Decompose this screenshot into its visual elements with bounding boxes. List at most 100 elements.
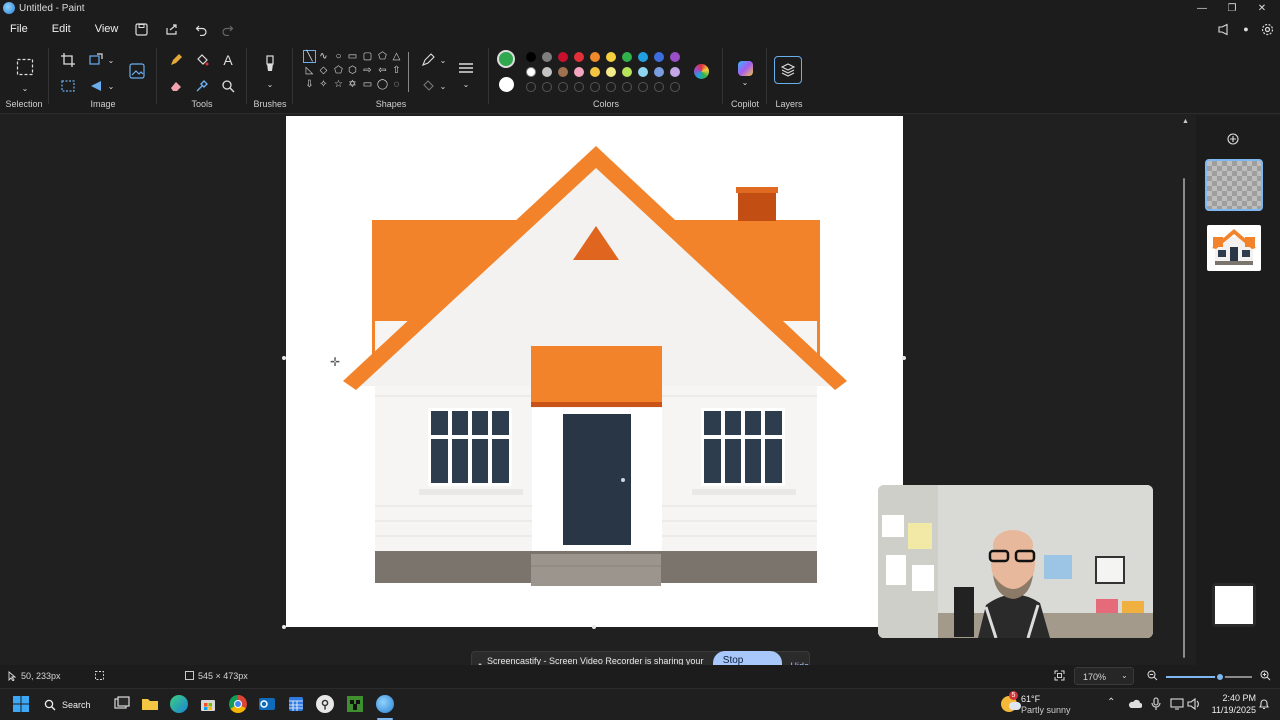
canvas-bottom-handle[interactable] xyxy=(592,625,596,629)
pencil-icon[interactable] xyxy=(166,50,186,70)
file-explorer-icon[interactable] xyxy=(141,695,161,715)
brush-dropdown-icon[interactable]: ⌄ xyxy=(260,74,280,94)
cloud-callout-shape-icon[interactable]: ◌ xyxy=(390,78,403,91)
palette-swatch[interactable] xyxy=(526,52,536,62)
custom-color-slot[interactable] xyxy=(558,82,568,92)
close-button[interactable]: ✕ xyxy=(1246,0,1278,16)
palette-swatch[interactable] xyxy=(590,67,600,77)
image-select-icon[interactable] xyxy=(58,76,78,96)
zoom-out-icon[interactable] xyxy=(1147,670,1158,683)
microphone-icon[interactable] xyxy=(1151,697,1161,714)
layers-icon[interactable] xyxy=(774,56,802,84)
rounded-rectangle-shape-icon[interactable]: ▢ xyxy=(361,50,374,63)
left-arrow-shape-icon[interactable]: ⇦ xyxy=(376,64,389,77)
right-triangle-shape-icon[interactable]: ◺ xyxy=(303,64,316,77)
palette-swatch[interactable] xyxy=(606,67,616,77)
resize-dropdown-icon[interactable]: ⌄ xyxy=(101,50,121,70)
palette-swatch[interactable] xyxy=(606,52,616,62)
crop-icon[interactable] xyxy=(58,50,78,70)
palette-swatch[interactable] xyxy=(670,52,680,62)
eraser-icon[interactable] xyxy=(166,76,186,96)
clock[interactable]: 2:40 PM 11/19/2025 xyxy=(1206,692,1256,718)
custom-color-slot[interactable] xyxy=(622,82,632,92)
scrollbar-thumb[interactable] xyxy=(1183,178,1185,658)
selection-dropdown-icon[interactable]: ⌄ xyxy=(15,78,35,98)
add-layer-icon[interactable] xyxy=(1225,131,1241,147)
minimize-button[interactable]: — xyxy=(1186,0,1218,16)
polygon-shape-icon[interactable]: ⬠ xyxy=(376,50,389,63)
image-creator-icon[interactable] xyxy=(126,60,148,82)
windows-start-icon[interactable] xyxy=(12,695,32,715)
zoom-in-icon[interactable] xyxy=(1260,670,1271,683)
custom-color-slot[interactable] xyxy=(590,82,600,92)
microsoft-store-icon[interactable] xyxy=(199,695,219,715)
selection-icon[interactable] xyxy=(14,56,36,78)
palette-swatch[interactable] xyxy=(558,67,568,77)
custom-color-slot[interactable] xyxy=(654,82,664,92)
four-point-star-shape-icon[interactable]: ✧ xyxy=(317,78,330,91)
outlook-icon[interactable] xyxy=(258,695,278,715)
palette-swatch[interactable] xyxy=(590,52,600,62)
fill-dropdown-icon[interactable]: ⌄ xyxy=(433,76,453,96)
file-menu[interactable]: File xyxy=(2,23,36,35)
text-tool-icon[interactable]: A xyxy=(218,50,238,70)
paint-taskbar-icon[interactable] xyxy=(376,695,396,715)
palette-swatch[interactable] xyxy=(622,67,632,77)
view-menu[interactable]: View xyxy=(87,23,127,35)
canvas-bottom-left-handle[interactable] xyxy=(282,625,286,629)
copilot-dropdown-icon[interactable]: ⌄ xyxy=(735,72,755,92)
oval-shape-icon[interactable]: ○ xyxy=(332,50,345,63)
palette-swatch[interactable] xyxy=(638,67,648,77)
palette-swatch[interactable] xyxy=(654,52,664,62)
maximize-button[interactable]: ❐ xyxy=(1216,0,1248,16)
diamond-shape-icon[interactable]: ◇ xyxy=(317,64,330,77)
chrome-browser-icon[interactable] xyxy=(229,695,249,715)
transparent-layer-thumbnail[interactable] xyxy=(1205,159,1263,211)
rotate-dropdown-icon[interactable]: ⌄ xyxy=(101,76,121,96)
save-icon[interactable] xyxy=(130,18,152,40)
calendar-app-icon[interactable] xyxy=(287,695,307,715)
volume-icon[interactable] xyxy=(1187,697,1201,714)
five-point-star-shape-icon[interactable]: ☆ xyxy=(332,78,345,91)
show-hidden-icons-chevron-icon[interactable]: ⌃ xyxy=(1107,697,1115,708)
pentagon-shape-icon[interactable]: ⬠ xyxy=(332,64,345,77)
palette-swatch[interactable] xyxy=(542,67,552,77)
brush-icon[interactable] xyxy=(260,54,280,74)
notification-bell-icon[interactable] xyxy=(1258,698,1270,713)
drawing-canvas[interactable] xyxy=(286,116,903,627)
palette-swatch[interactable] xyxy=(542,52,552,62)
curve-shape-icon[interactable]: ∿ xyxy=(317,50,330,63)
outline-dropdown-icon[interactable]: ⌄ xyxy=(433,50,453,70)
magnifier-icon[interactable] xyxy=(218,76,238,96)
palette-swatch[interactable] xyxy=(574,67,584,77)
edge-browser-icon[interactable] xyxy=(170,695,190,715)
down-arrow-shape-icon[interactable]: ⇩ xyxy=(303,78,316,91)
onedrive-cloud-icon[interactable] xyxy=(1128,698,1143,712)
edit-colors-icon[interactable] xyxy=(691,61,711,81)
pinned-app-icon[interactable]: ⚲ xyxy=(316,695,336,715)
zoom-slider[interactable] xyxy=(1166,672,1252,682)
secondary-color-swatch[interactable] xyxy=(499,77,514,92)
zoom-select[interactable]: 170% ⌄ xyxy=(1074,667,1134,685)
oval-callout-shape-icon[interactable]: ◯ xyxy=(376,78,389,91)
zoom-slider-thumb[interactable] xyxy=(1214,672,1225,682)
house-layer-thumbnail[interactable] xyxy=(1207,225,1261,271)
account-icon[interactable]: ● xyxy=(1235,18,1257,40)
edit-menu[interactable]: Edit xyxy=(44,23,79,35)
line-shape-icon[interactable]: ╲ xyxy=(303,50,316,63)
vertical-scrollbar[interactable]: ▲ xyxy=(1182,118,1189,658)
up-arrow-shape-icon[interactable]: ⇧ xyxy=(390,64,403,77)
fit-to-window-icon[interactable] xyxy=(1054,670,1065,683)
custom-color-slot[interactable] xyxy=(526,82,536,92)
scroll-up-icon[interactable]: ▲ xyxy=(1182,118,1189,125)
taskbar-search[interactable]: Search xyxy=(44,695,106,715)
rectangle-shape-icon[interactable]: ▭ xyxy=(346,50,359,63)
palette-swatch[interactable] xyxy=(622,52,632,62)
primary-color-swatch[interactable] xyxy=(497,50,515,68)
palette-swatch[interactable] xyxy=(526,67,536,77)
callout-shape-icon[interactable]: ▭ xyxy=(361,78,374,91)
triangle-shape-icon[interactable]: △ xyxy=(390,50,403,63)
background-layer-box[interactable] xyxy=(1212,583,1256,627)
palette-swatch[interactable] xyxy=(654,67,664,77)
shape-size-dropdown-icon[interactable]: ⌄ xyxy=(456,74,476,94)
